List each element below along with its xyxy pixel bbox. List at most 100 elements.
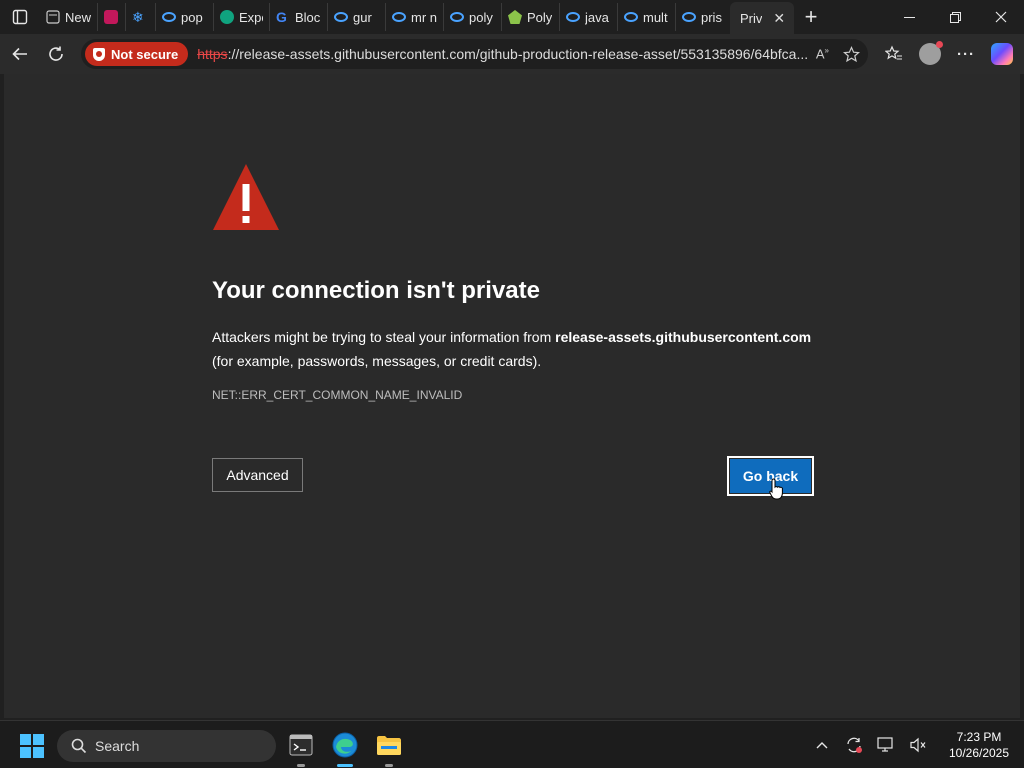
tab-label: mr n (411, 9, 437, 25)
browser-right-tools: ··· (876, 34, 1020, 74)
search-icon (392, 12, 406, 22)
taskbar: Search 7:23 PM 10/26/2025 (0, 720, 1024, 768)
error-page: Your connection isn't private Attackers … (4, 74, 1020, 718)
minimize-button[interactable] (886, 0, 932, 34)
tab-label: gur (353, 9, 372, 25)
url-scheme: https (197, 46, 228, 62)
taskbar-search[interactable]: Search (57, 730, 276, 762)
tab-13[interactable]: pris (676, 3, 730, 31)
close-icon (995, 11, 1007, 23)
chevron-up-icon (816, 742, 828, 749)
page-title: Your connection isn't private (212, 277, 540, 304)
hand-cursor-icon (769, 478, 783, 500)
minimize-icon (903, 16, 915, 18)
tab-2[interactable] (98, 3, 126, 31)
tab-8[interactable]: mr n (386, 3, 444, 31)
tab-label: New (65, 9, 91, 25)
not-secure-label: Not secure (111, 46, 179, 62)
clock-time: 7:23 PM (956, 730, 1002, 744)
description-tail: (for example, passwords, messages, or cr… (212, 353, 542, 369)
show-hidden-icons-button[interactable] (806, 721, 838, 768)
volume-muted-icon (910, 737, 926, 753)
tab-strip: New ❄ C pop Expe G Bloc (0, 0, 1024, 34)
clock-date: 10/26/2025 (948, 746, 1010, 760)
tab-12[interactable]: mult (618, 3, 676, 31)
refresh-button[interactable] (38, 36, 74, 72)
polygon-icon (508, 10, 522, 24)
search-icon (682, 12, 696, 22)
warning-icon (213, 164, 279, 230)
restore-button[interactable] (932, 0, 978, 34)
tab-10[interactable]: Poly (502, 3, 560, 31)
tab-actions-button[interactable] (0, 0, 40, 34)
tab-actions-icon (12, 9, 28, 25)
windows-logo-icon (20, 734, 31, 745)
clock[interactable]: 7:23 PM 10/26/2025 (934, 729, 1024, 761)
search-icon (162, 12, 176, 22)
tab-9[interactable]: poly (444, 3, 502, 31)
media-icon (104, 10, 118, 24)
tab-7[interactable]: gur (328, 3, 386, 31)
terminal-icon (289, 734, 313, 756)
volume-button[interactable] (902, 721, 934, 768)
tab-5[interactable]: Expe (214, 3, 270, 31)
copilot-button[interactable] (984, 34, 1020, 74)
tab-active[interactable]: Priv ✕ (730, 2, 794, 34)
tab-label: Expe (239, 9, 263, 25)
tab-4[interactable]: pop (156, 3, 214, 31)
favorites-icon (885, 45, 902, 60)
plus-icon: + (804, 4, 818, 29)
back-button[interactable] (2, 36, 38, 72)
address-actions: A» (816, 39, 860, 69)
search-icon (71, 738, 87, 754)
network-button[interactable] (870, 721, 902, 768)
sync-icon (847, 737, 862, 753)
new-tab-button[interactable]: + (794, 2, 828, 32)
start-button[interactable] (20, 734, 44, 758)
system-tray: 7:23 PM 10/26/2025 (806, 721, 1024, 768)
address-bar[interactable]: Not secure https://release-assets.github… (81, 39, 868, 69)
tab-label: Poly (527, 9, 553, 25)
not-secure-badge[interactable]: Not secure (85, 42, 189, 66)
tab-label: mult (643, 9, 668, 25)
tab-list: New ❄ C pop Expe G Bloc (40, 0, 794, 34)
advanced-button[interactable]: Advanced (212, 458, 303, 492)
host-name: release-assets.githubusercontent.com (555, 329, 812, 345)
google-icon: G (276, 9, 287, 25)
tab-label: poly (469, 9, 493, 25)
settings-menu-button[interactable]: ··· (948, 34, 984, 74)
active-indicator (337, 764, 353, 767)
tab-1[interactable]: New (40, 3, 98, 31)
more-icon: ··· (957, 45, 975, 63)
taskbar-app-edge[interactable] (329, 729, 361, 767)
tab-11[interactable]: java (560, 3, 618, 31)
window-controls (886, 0, 1024, 34)
favorite-star-icon[interactable] (843, 45, 860, 63)
tab-6[interactable]: G Bloc (270, 3, 328, 31)
close-tab-icon[interactable]: ✕ (773, 10, 785, 27)
running-indicator (297, 764, 305, 767)
tab-label: pris (701, 9, 722, 25)
favorites-button[interactable] (876, 34, 912, 74)
copilot-icon (991, 43, 1013, 65)
profile-button[interactable] (912, 34, 948, 74)
search-icon (450, 12, 464, 22)
network-icon (877, 737, 893, 752)
arrow-left-icon (12, 47, 27, 61)
taskbar-app-file-explorer[interactable] (373, 729, 405, 767)
read-aloud-icon[interactable]: A» (816, 46, 829, 61)
url-rest: ://release-assets.githubusercontent.com/… (227, 46, 808, 62)
search-icon (566, 12, 580, 22)
folder-icon (377, 736, 401, 755)
error-description: Attackers might be trying to steal your … (212, 325, 832, 373)
error-code[interactable]: NET::ERR_CERT_COMMON_NAME_INVALID (212, 388, 462, 402)
tab-label: pop (181, 9, 203, 25)
close-window-button[interactable] (978, 0, 1024, 34)
search-icon (624, 12, 638, 22)
url-text[interactable]: https://release-assets.githubusercontent… (197, 46, 807, 62)
tab-3[interactable]: ❄ C (126, 3, 156, 31)
description-lead: Attackers might be trying to steal your … (212, 329, 556, 345)
sync-button[interactable] (838, 721, 870, 768)
taskbar-app-terminal[interactable] (285, 729, 317, 767)
tab-label: Bloc (295, 9, 321, 25)
